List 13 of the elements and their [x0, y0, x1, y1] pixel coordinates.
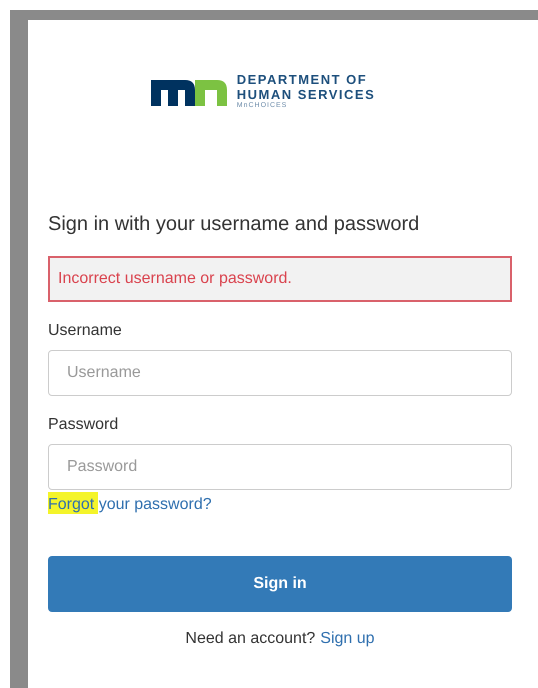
input-field[interactable]: Password: [48, 444, 512, 490]
logo-text: HUMAN SERVICES: [236, 87, 376, 102]
forgot-password-link[interactable]: Forgot your password?: [48, 496, 212, 513]
sign-in-button[interactable]: Sign in: [48, 556, 512, 612]
sign-up-link[interactable]: Sign up: [320, 630, 375, 648]
field-label: Password: [48, 416, 120, 434]
logo-text: DEPARTMENT OF: [236, 72, 368, 87]
input-field[interactable]: Username: [48, 350, 512, 396]
error-message: Incorrect username or password.: [48, 256, 512, 302]
highlighter-mark: [48, 492, 98, 514]
field-label: Username: [48, 322, 123, 340]
form-heading: Sign in with your username and password: [48, 213, 420, 236]
signup-prompt: Need an account?: [185, 630, 316, 648]
